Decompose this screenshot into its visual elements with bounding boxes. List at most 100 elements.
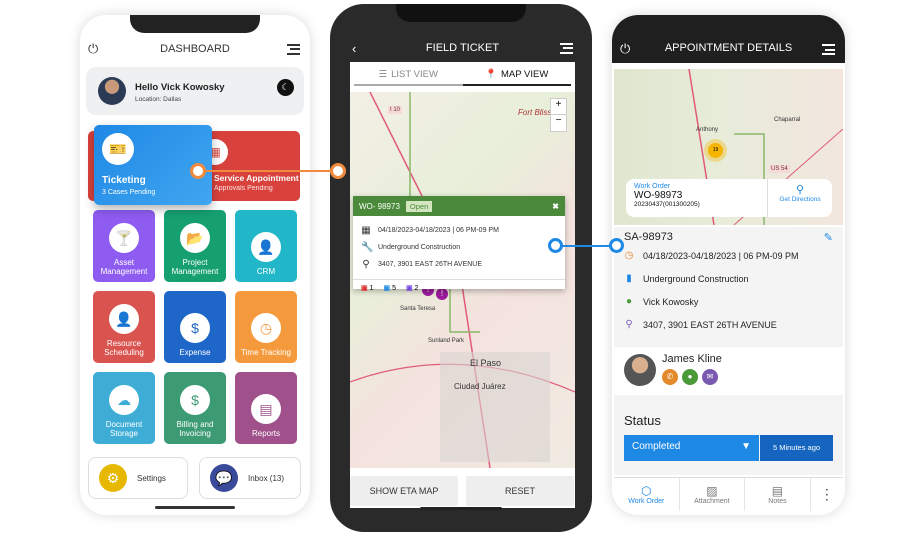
show-eta-map-button[interactable]: SHOW ETA MAP: [350, 476, 458, 506]
bottom-tabs: ⬡ Work Order ▨ Attachment ▤ Notes ⋮: [614, 477, 843, 511]
work-order-popup: WO- 98973 Open ✖ ▦ 04/18/2023-04/18/2023 …: [353, 196, 565, 292]
date: 04/18/2023-04/18/2023 | 06 PM-09 PM: [643, 250, 799, 261]
person: Vick Kowosky: [643, 296, 699, 307]
map-label: Ciudad Juárez: [454, 382, 506, 391]
edit-icon[interactable]: ✎: [824, 231, 833, 244]
service-label: Service Appointment: [214, 173, 299, 183]
report-icon: ▤: [251, 393, 281, 424]
map-label: US 54: [769, 165, 790, 173]
tab-work-order[interactable]: ⬡ Work Order: [614, 478, 680, 511]
reset-button[interactable]: RESET: [466, 476, 574, 506]
appointment-phone: ⏻ APPOINTMENT DETAILS Anthony Chaparral …: [612, 15, 845, 515]
menu-icon[interactable]: [287, 43, 300, 55]
pdf-count[interactable]: ▣ 1: [361, 284, 373, 292]
work-order-card[interactable]: Work Order WO-98973 20230437(001300205) …: [626, 179, 832, 217]
inbox-label: Inbox (13): [248, 473, 285, 483]
page-title: FIELD TICKET: [425, 42, 500, 54]
settings-button[interactable]: ⚙ Settings: [88, 457, 188, 499]
tab-map-view[interactable]: 📍 MAP VIEW: [462, 64, 571, 86]
map-cluster-marker[interactable]: 19: [708, 143, 723, 158]
connector-dot: [190, 163, 206, 179]
notch: [396, 4, 526, 22]
wo-label: Work Order: [634, 183, 671, 190]
count: 5: [392, 285, 396, 292]
inbox-button[interactable]: 💬 Inbox (13): [199, 457, 301, 499]
gears-icon: ⚙: [99, 464, 127, 492]
tile-reports[interactable]: ▤ Reports: [235, 372, 297, 444]
tile-asset-management[interactable]: 🍸 Asset Management: [93, 210, 155, 282]
clock-icon: ◷: [251, 312, 281, 343]
mail-icon[interactable]: ✉: [702, 369, 718, 385]
avatar: [624, 354, 656, 386]
doc-count[interactable]: ▣ 5: [383, 284, 395, 292]
map-label: Fort Bliss: [518, 108, 552, 117]
user-gear-icon: 👤: [251, 231, 281, 262]
tab-label: Notes: [768, 498, 787, 505]
wo-number: WO-98973: [634, 190, 683, 201]
phone-icon[interactable]: ✆: [662, 369, 678, 385]
tile-document-storage[interactable]: ☁ Document Storage: [93, 372, 155, 444]
type: Underground Construction: [378, 244, 461, 251]
back-icon[interactable]: ‹: [352, 41, 356, 56]
menu-icon[interactable]: [560, 42, 573, 54]
tile-label: Document Storage: [105, 419, 143, 438]
tile-time-tracking[interactable]: ◷ Time Tracking: [235, 291, 297, 363]
tile-label: Project Management: [171, 257, 219, 276]
tab-attachment[interactable]: ▨ Attachment: [680, 478, 746, 511]
tile-label: CRM: [256, 266, 276, 276]
connector-dot: [330, 163, 346, 179]
more-icon[interactable]: ⋮: [811, 478, 843, 511]
map-label: Sunland Park: [428, 338, 465, 344]
tab-notes[interactable]: ▤ Notes: [745, 478, 811, 511]
pin-icon: ⚲: [362, 259, 370, 270]
tile-resource-scheduling[interactable]: 👤 Resource Scheduling: [93, 291, 155, 363]
page-title: DASHBOARD: [160, 43, 230, 55]
zoom-in-button[interactable]: +: [551, 99, 566, 115]
location: Location: Dallas: [135, 96, 182, 103]
dark-mode-icon[interactable]: ☾: [277, 79, 294, 96]
tab-list-view[interactable]: ☰ LIST VIEW: [354, 64, 463, 86]
tile-crm[interactable]: 👤 CRM: [235, 210, 297, 282]
tab-label: Attachment: [694, 498, 730, 505]
cocktail-icon: 🍸: [109, 222, 139, 253]
greeting-card: Hello Vick Kowosky Location: Dallas ☾: [86, 67, 304, 115]
get-directions-button[interactable]: ⚲ Get Directions: [768, 179, 832, 217]
tile-billing-and-invoicing[interactable]: $ Billing and Invoicing: [164, 372, 226, 444]
calendar-icon: ▦: [361, 225, 371, 236]
page-title: APPOINTMENT DETAILS: [664, 42, 793, 54]
power-icon[interactable]: ⏻: [88, 41, 98, 57]
menu-icon[interactable]: [822, 44, 835, 55]
dashboard-phone: ⏻ DASHBOARD Hello Vick Kowosky Location:…: [80, 15, 310, 515]
pdf-icon: ▣: [361, 285, 368, 292]
map-label: I 10: [388, 106, 403, 114]
status-value: Completed: [632, 441, 681, 452]
ticketing-sub: 3 Cases Pending: [102, 189, 156, 196]
count: 1: [369, 285, 374, 292]
map[interactable]: Anthony Chaparral US 54 19 Work Order WO…: [614, 69, 843, 225]
chat-icon: 💬: [210, 464, 238, 492]
tile-expense[interactable]: $ Expense: [164, 291, 226, 363]
tab-label: Work Order: [628, 498, 665, 505]
dollar-icon: $: [180, 384, 210, 415]
wo-sub: 20230437(001300205): [634, 201, 700, 208]
chat-icon[interactable]: ●: [682, 369, 698, 385]
screen: ‹ FIELD TICKET ☰ LIST VIEW 📍 MAP VIEW I 10…: [350, 34, 575, 508]
map-label: El Paso: [470, 358, 502, 368]
map-label: Anthony: [696, 127, 719, 133]
tab-label: MAP VIEW: [501, 68, 549, 80]
doc-icon: ▣: [383, 285, 391, 292]
map-label: Chaparral: [774, 117, 801, 123]
power-icon[interactable]: ⏻: [620, 41, 630, 57]
file-icon: ▣: [405, 285, 413, 292]
close-icon[interactable]: ✖: [552, 202, 559, 211]
file-count[interactable]: ▣ 2: [406, 284, 418, 292]
home-indicator: [420, 507, 502, 510]
tile-label: Billing and Invoicing: [176, 419, 214, 438]
greeting: Hello Vick Kowosky: [135, 82, 225, 93]
status-select[interactable]: Completed ▼: [624, 435, 759, 461]
user-icon: ●: [625, 296, 633, 307]
zoom-out-button[interactable]: −: [551, 115, 566, 131]
tile-project-management[interactable]: 📂 Project Management: [164, 210, 226, 282]
directions-label: Get Directions: [779, 196, 821, 203]
list-icon: ☰: [378, 68, 388, 80]
